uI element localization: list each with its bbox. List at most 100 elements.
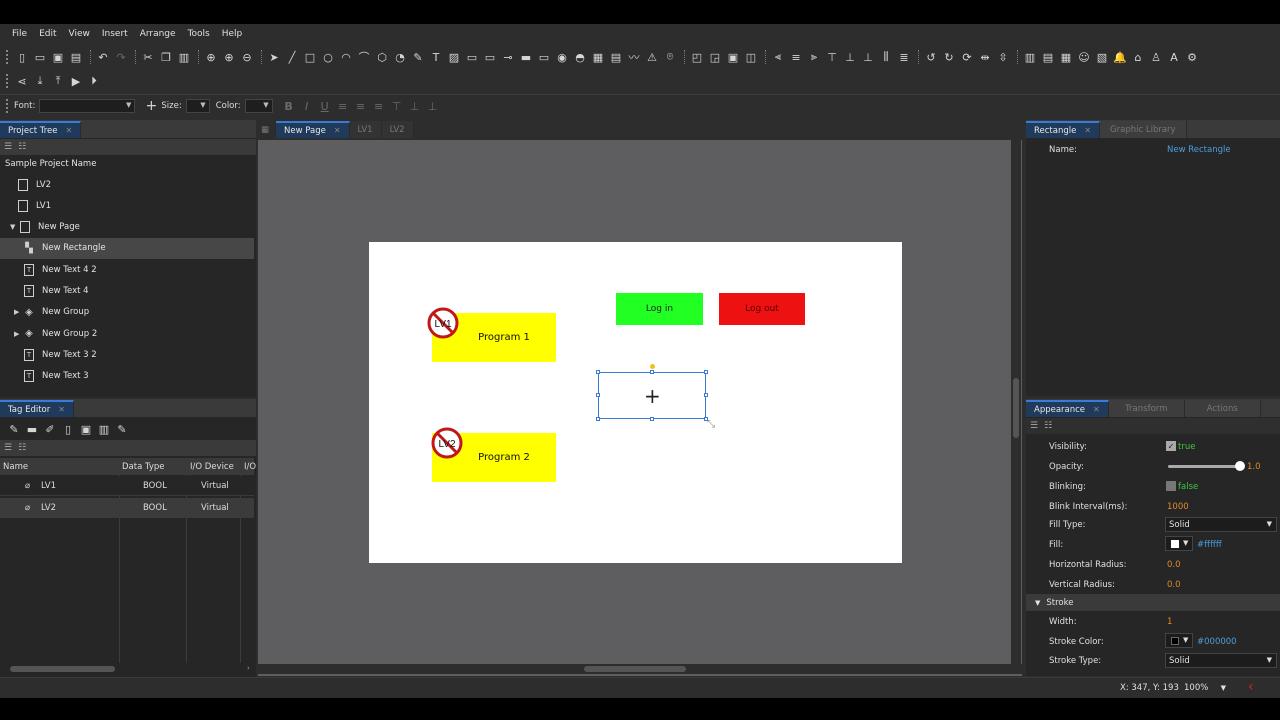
scroll-thumb[interactable] bbox=[10, 666, 115, 672]
user-icon[interactable]: ☺ bbox=[1076, 49, 1092, 65]
resize-handle[interactable] bbox=[704, 370, 708, 374]
resize-handle[interactable] bbox=[596, 393, 600, 397]
recipe-icon[interactable]: ▦ bbox=[1058, 49, 1074, 65]
send-back-icon[interactable]: ◲ bbox=[707, 49, 723, 65]
more-icon[interactable]: ⚙ bbox=[1184, 49, 1200, 65]
bring-front-icon[interactable]: ◰ bbox=[689, 49, 705, 65]
distribute-v-icon[interactable]: ≣ bbox=[896, 49, 912, 65]
table-row[interactable]: ⌀ LV2 BOOL Virtual bbox=[0, 498, 254, 518]
fill-type-select[interactable]: Solid bbox=[1165, 517, 1277, 532]
save-as-icon[interactable]: ▤ bbox=[68, 49, 84, 65]
pie-icon[interactable]: ◔ bbox=[392, 49, 408, 65]
bar-icon[interactable]: ▬ bbox=[518, 49, 534, 65]
undo-icon[interactable]: ↶ bbox=[95, 49, 111, 65]
expand-all-icon[interactable]: ☷ bbox=[18, 443, 26, 453]
align-left-icon[interactable]: ≡ bbox=[335, 98, 351, 114]
tab-tag-editor[interactable]: Tag Editor ✕ bbox=[0, 400, 74, 417]
upload-icon[interactable]: ⤒ bbox=[50, 73, 66, 89]
rotate-handle[interactable] bbox=[650, 364, 655, 369]
menu-edit[interactable]: Edit bbox=[39, 29, 56, 39]
opacity-slider[interactable] bbox=[1168, 465, 1240, 468]
db-icon[interactable]: ▥ bbox=[1022, 49, 1038, 65]
progress-icon[interactable]: ▭ bbox=[536, 49, 552, 65]
toolbar-grip[interactable] bbox=[6, 99, 10, 113]
flip-h-icon[interactable]: ⇹ bbox=[977, 49, 993, 65]
ellipse-icon[interactable]: ○ bbox=[320, 49, 336, 65]
col-data-type[interactable]: Data Type bbox=[119, 458, 186, 475]
h-radius-value[interactable]: 0.0 bbox=[1167, 560, 1181, 570]
col-io-device[interactable]: I/O Device bbox=[187, 458, 240, 475]
pen-icon[interactable]: ✎ bbox=[410, 49, 426, 65]
tab-appearance[interactable]: Appearance ✕ bbox=[1026, 400, 1109, 417]
tab-project-tree[interactable]: Project Tree ✕ bbox=[0, 121, 82, 138]
name-value[interactable]: New Rectangle bbox=[1167, 145, 1231, 155]
lock-icon[interactable]: ⌂ bbox=[1130, 49, 1146, 65]
tree-item[interactable]: ▼ New Page bbox=[0, 217, 254, 238]
close-icon[interactable]: ✕ bbox=[66, 126, 73, 135]
button-icon[interactable]: ▭ bbox=[464, 49, 480, 65]
v-radius-value[interactable]: 0.0 bbox=[1167, 580, 1181, 590]
gauge-icon[interactable]: ◓ bbox=[572, 49, 588, 65]
collapse-panel-icon[interactable]: ‹ bbox=[1248, 679, 1254, 695]
rotate-right-icon[interactable]: ↻ bbox=[941, 49, 957, 65]
tree-item[interactable]: LV2 bbox=[0, 174, 254, 195]
align-center-icon[interactable]: ≡ bbox=[353, 98, 369, 114]
ungroup-icon[interactable]: ◫ bbox=[743, 49, 759, 65]
trend-icon[interactable]: 〰 bbox=[626, 49, 642, 65]
slider-icon[interactable]: ⊸ bbox=[500, 49, 516, 65]
tab-lv1[interactable]: LV1 bbox=[349, 121, 382, 138]
zoom-fit-icon[interactable]: ⊕ bbox=[203, 49, 219, 65]
share-icon[interactable]: ⋖ bbox=[14, 73, 30, 89]
stroke-width-value[interactable]: 1 bbox=[1167, 617, 1172, 627]
collapse-arrow-icon[interactable]: ▶ bbox=[14, 330, 22, 338]
stroke-color-picker[interactable]: ▼ bbox=[1165, 633, 1193, 648]
translate-icon[interactable]: A bbox=[1166, 49, 1182, 65]
tree-item[interactable]: LV1 bbox=[0, 195, 254, 216]
script-icon[interactable]: ▧ bbox=[1094, 49, 1110, 65]
close-icon[interactable]: ✕ bbox=[58, 405, 65, 414]
align-right-icon[interactable]: ⫸ bbox=[806, 49, 822, 65]
align-bottom-icon[interactable]: ⊥ bbox=[860, 49, 876, 65]
menu-insert[interactable]: Insert bbox=[102, 29, 128, 39]
delete-icon[interactable]: ▥ bbox=[96, 421, 112, 437]
align-top-icon[interactable]: ⊤ bbox=[824, 49, 840, 65]
tree-item[interactable]: ▶ ◈ New Group bbox=[0, 302, 254, 323]
zoom-in-icon[interactable]: ⊕ bbox=[221, 49, 237, 65]
folder-icon[interactable]: ▬ bbox=[24, 421, 40, 437]
align-center-icon[interactable]: ≡ bbox=[788, 49, 804, 65]
blinking-checkbox[interactable] bbox=[1166, 481, 1176, 491]
opacity-slider-thumb[interactable] bbox=[1235, 461, 1245, 471]
cut-icon[interactable]: ✂ bbox=[140, 49, 156, 65]
chart-icon[interactable]: ▦ bbox=[590, 49, 606, 65]
menu-tools[interactable]: Tools bbox=[188, 29, 210, 39]
col-io[interactable]: I/O bbox=[241, 458, 256, 475]
save-icon[interactable]: ▣ bbox=[50, 49, 66, 65]
run-icon[interactable]: ▶ bbox=[68, 73, 84, 89]
expand-all-icon[interactable]: ☷ bbox=[18, 142, 26, 152]
rotate-left-icon[interactable]: ↺ bbox=[923, 49, 939, 65]
size-input[interactable] bbox=[185, 99, 210, 113]
collapse-all-icon[interactable]: ☰ bbox=[1030, 421, 1038, 431]
expand-all-icon[interactable]: ☷ bbox=[1044, 421, 1052, 431]
logout-button[interactable]: Log out bbox=[719, 293, 805, 325]
table-row[interactable]: ⌀ LV1 BOOL Virtual bbox=[0, 476, 254, 496]
edit-icon[interactable]: ✐ bbox=[42, 421, 58, 437]
login-button[interactable]: Log in bbox=[616, 293, 703, 325]
align-left-icon[interactable]: ⫷ bbox=[770, 49, 786, 65]
open-icon[interactable]: ▭ bbox=[32, 49, 48, 65]
menu-file[interactable]: File bbox=[12, 29, 27, 39]
table-icon[interactable]: ▤ bbox=[608, 49, 624, 65]
tab-actions[interactable]: Actions bbox=[1184, 400, 1261, 417]
tab-lv2[interactable]: LV2 bbox=[381, 121, 414, 138]
clipboard-icon[interactable]: ▣ bbox=[78, 421, 94, 437]
plus-icon[interactable]: + bbox=[143, 98, 159, 114]
new-doc-icon[interactable]: ▯ bbox=[60, 421, 76, 437]
flip-v-icon[interactable]: ⇳ bbox=[995, 49, 1011, 65]
stroke-section-header[interactable]: ▼ Stroke bbox=[1026, 594, 1280, 611]
menu-view[interactable]: View bbox=[69, 29, 90, 39]
zoom-out-icon[interactable]: ⊖ bbox=[239, 49, 255, 65]
collapse-arrow-icon[interactable]: ▶ bbox=[14, 308, 22, 316]
toolbar-grip[interactable] bbox=[6, 74, 10, 88]
horizontal-scrollbar[interactable] bbox=[258, 664, 1022, 674]
input-icon[interactable]: ▭ bbox=[482, 49, 498, 65]
